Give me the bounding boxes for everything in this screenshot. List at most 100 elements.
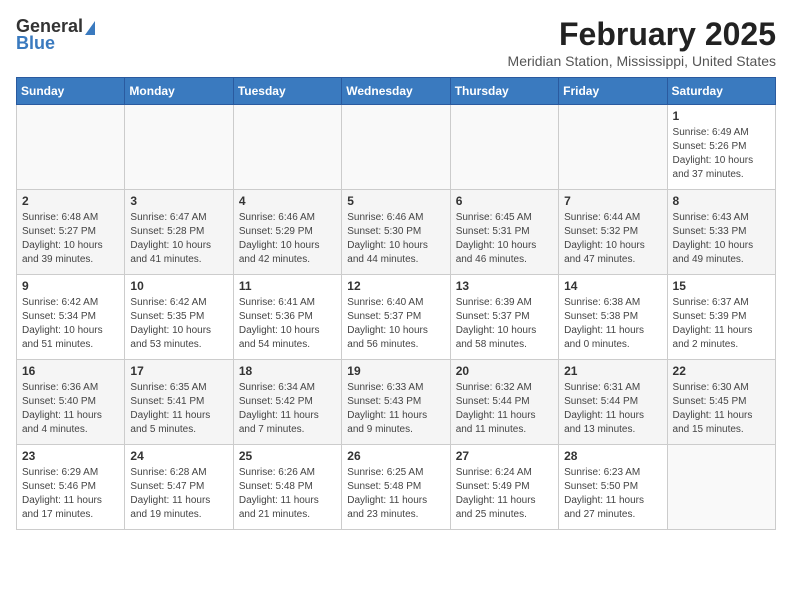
day-number: 17	[130, 364, 227, 378]
table-row: 11 Sunrise: 6:41 AM Sunset: 5:36 PM Dayli…	[233, 275, 341, 360]
day-info: Sunrise: 6:36 AM Sunset: 5:40 PM Dayligh…	[22, 381, 119, 437]
day-number: 21	[564, 364, 661, 378]
day-info: Sunrise: 6:42 AM Sunset: 5:34 PM Dayligh…	[22, 296, 119, 352]
day-info: Sunrise: 6:42 AM Sunset: 5:35 PM Dayligh…	[130, 296, 227, 352]
table-row: 5Sunrise: 6:46 AM Sunset: 5:30 PM Daylig…	[342, 190, 450, 275]
day-number: 1	[673, 109, 770, 123]
page-header: General Blue February 2025 Meridian Stat…	[16, 16, 776, 69]
day-number: 23	[22, 449, 119, 463]
table-row: 26 Sunrise: 6:25 AM Sunset: 5:48 PM Dayli…	[342, 445, 450, 530]
day-info: Sunrise: 6:31 AM Sunset: 5:44 PM Dayligh…	[564, 381, 661, 437]
day-number: 11	[239, 279, 336, 293]
table-row: 17 Sunrise: 6:35 AM Sunset: 5:41 PM Dayli…	[125, 360, 233, 445]
table-row: 25 Sunrise: 6:26 AM Sunset: 5:48 PM Dayli…	[233, 445, 341, 530]
day-info: Sunrise: 6:25 AM Sunset: 5:48 PM Dayligh…	[347, 466, 444, 522]
table-row: 21 Sunrise: 6:31 AM Sunset: 5:44 PM Dayli…	[559, 360, 667, 445]
day-info: Sunrise: 6:33 AM Sunset: 5:43 PM Dayligh…	[347, 381, 444, 437]
day-number: 28	[564, 449, 661, 463]
table-row	[450, 105, 558, 190]
table-row: 4 Sunrise: 6:46 AM Sunset: 5:29 PM Daylig…	[233, 190, 341, 275]
table-row: 15Sunrise: 6:37 AM Sunset: 5:39 PM Dayli…	[667, 275, 775, 360]
day-info: Sunrise: 6:39 AM Sunset: 5:37 PM Dayligh…	[456, 296, 553, 352]
day-number: 18	[239, 364, 336, 378]
day-number: 6	[456, 194, 553, 208]
day-number: 2	[22, 194, 119, 208]
calendar-location: Meridian Station, Mississippi, United St…	[508, 53, 776, 69]
table-row	[125, 105, 233, 190]
calendar-week-row: 1 Sunrise: 6:49 AM Sunset: 5:26 PM Daylig…	[17, 105, 776, 190]
table-row: 19 Sunrise: 6:33 AM Sunset: 5:43 PM Dayli…	[342, 360, 450, 445]
day-info: Sunrise: 6:38 AM Sunset: 5:38 PM Dayligh…	[564, 296, 661, 352]
col-sunday: Sunday	[17, 78, 125, 105]
day-info: Sunrise: 6:45 AM Sunset: 5:31 PM Dayligh…	[456, 211, 553, 267]
col-monday: Monday	[125, 78, 233, 105]
table-row: 7 Sunrise: 6:44 AM Sunset: 5:32 PM Daylig…	[559, 190, 667, 275]
day-info: Sunrise: 6:32 AM Sunset: 5:44 PM Dayligh…	[456, 381, 553, 437]
table-row	[559, 105, 667, 190]
day-number: 10	[130, 279, 227, 293]
calendar-week-row: 16 Sunrise: 6:36 AM Sunset: 5:40 PM Dayli…	[17, 360, 776, 445]
day-number: 7	[564, 194, 661, 208]
table-row: 8Sunrise: 6:43 AM Sunset: 5:33 PM Daylig…	[667, 190, 775, 275]
day-number: 24	[130, 449, 227, 463]
day-number: 16	[22, 364, 119, 378]
day-info: Sunrise: 6:29 AM Sunset: 5:46 PM Dayligh…	[22, 466, 119, 522]
table-row: 20 Sunrise: 6:32 AM Sunset: 5:44 PM Dayli…	[450, 360, 558, 445]
day-info: Sunrise: 6:24 AM Sunset: 5:49 PM Dayligh…	[456, 466, 553, 522]
calendar-table: Sunday Monday Tuesday Wednesday Thursday…	[16, 77, 776, 530]
table-row: 3Sunrise: 6:47 AM Sunset: 5:28 PM Daylig…	[125, 190, 233, 275]
table-row	[233, 105, 341, 190]
day-number: 19	[347, 364, 444, 378]
logo: General Blue	[16, 16, 95, 54]
day-number: 26	[347, 449, 444, 463]
day-info: Sunrise: 6:46 AM Sunset: 5:29 PM Dayligh…	[239, 211, 336, 267]
day-number: 5	[347, 194, 444, 208]
day-info: Sunrise: 6:26 AM Sunset: 5:48 PM Dayligh…	[239, 466, 336, 522]
day-number: 9	[22, 279, 119, 293]
table-row: 9 Sunrise: 6:42 AM Sunset: 5:34 PM Daylig…	[17, 275, 125, 360]
col-saturday: Saturday	[667, 78, 775, 105]
logo-triangle-icon	[85, 21, 95, 35]
col-tuesday: Tuesday	[233, 78, 341, 105]
calendar-header-row: Sunday Monday Tuesday Wednesday Thursday…	[17, 78, 776, 105]
col-thursday: Thursday	[450, 78, 558, 105]
calendar-title-block: February 2025 Meridian Station, Mississi…	[508, 16, 776, 69]
calendar-month-title: February 2025	[508, 16, 776, 53]
table-row: 27 Sunrise: 6:24 AM Sunset: 5:49 PM Dayli…	[450, 445, 558, 530]
day-number: 8	[673, 194, 770, 208]
day-info: Sunrise: 6:49 AM Sunset: 5:26 PM Dayligh…	[673, 126, 770, 182]
day-number: 13	[456, 279, 553, 293]
day-info: Sunrise: 6:23 AM Sunset: 5:50 PM Dayligh…	[564, 466, 661, 522]
day-info: Sunrise: 6:28 AM Sunset: 5:47 PM Dayligh…	[130, 466, 227, 522]
day-info: Sunrise: 6:48 AM Sunset: 5:27 PM Dayligh…	[22, 211, 119, 267]
day-number: 25	[239, 449, 336, 463]
table-row	[667, 445, 775, 530]
day-info: Sunrise: 6:41 AM Sunset: 5:36 PM Dayligh…	[239, 296, 336, 352]
table-row: 6 Sunrise: 6:45 AM Sunset: 5:31 PM Daylig…	[450, 190, 558, 275]
table-row: 24 Sunrise: 6:28 AM Sunset: 5:47 PM Dayli…	[125, 445, 233, 530]
table-row: 14 Sunrise: 6:38 AM Sunset: 5:38 PM Dayli…	[559, 275, 667, 360]
day-number: 4	[239, 194, 336, 208]
table-row: 1 Sunrise: 6:49 AM Sunset: 5:26 PM Daylig…	[667, 105, 775, 190]
table-row: 22 Sunrise: 6:30 AM Sunset: 5:45 PM Dayli…	[667, 360, 775, 445]
table-row: 13 Sunrise: 6:39 AM Sunset: 5:37 PM Dayli…	[450, 275, 558, 360]
day-number: 27	[456, 449, 553, 463]
day-info: Sunrise: 6:30 AM Sunset: 5:45 PM Dayligh…	[673, 381, 770, 437]
col-friday: Friday	[559, 78, 667, 105]
table-row: 12Sunrise: 6:40 AM Sunset: 5:37 PM Dayli…	[342, 275, 450, 360]
calendar-week-row: 2 Sunrise: 6:48 AM Sunset: 5:27 PM Daylig…	[17, 190, 776, 275]
day-info: Sunrise: 6:35 AM Sunset: 5:41 PM Dayligh…	[130, 381, 227, 437]
day-info: Sunrise: 6:34 AM Sunset: 5:42 PM Dayligh…	[239, 381, 336, 437]
col-wednesday: Wednesday	[342, 78, 450, 105]
table-row	[342, 105, 450, 190]
day-info: Sunrise: 6:44 AM Sunset: 5:32 PM Dayligh…	[564, 211, 661, 267]
day-info: Sunrise: 6:37 AM Sunset: 5:39 PM Dayligh…	[673, 296, 770, 352]
day-info: Sunrise: 6:47 AM Sunset: 5:28 PM Dayligh…	[130, 211, 227, 267]
day-number: 22	[673, 364, 770, 378]
day-number: 20	[456, 364, 553, 378]
table-row: 28 Sunrise: 6:23 AM Sunset: 5:50 PM Dayli…	[559, 445, 667, 530]
table-row	[17, 105, 125, 190]
day-number: 14	[564, 279, 661, 293]
table-row: 18 Sunrise: 6:34 AM Sunset: 5:42 PM Dayli…	[233, 360, 341, 445]
calendar-week-row: 9 Sunrise: 6:42 AM Sunset: 5:34 PM Daylig…	[17, 275, 776, 360]
